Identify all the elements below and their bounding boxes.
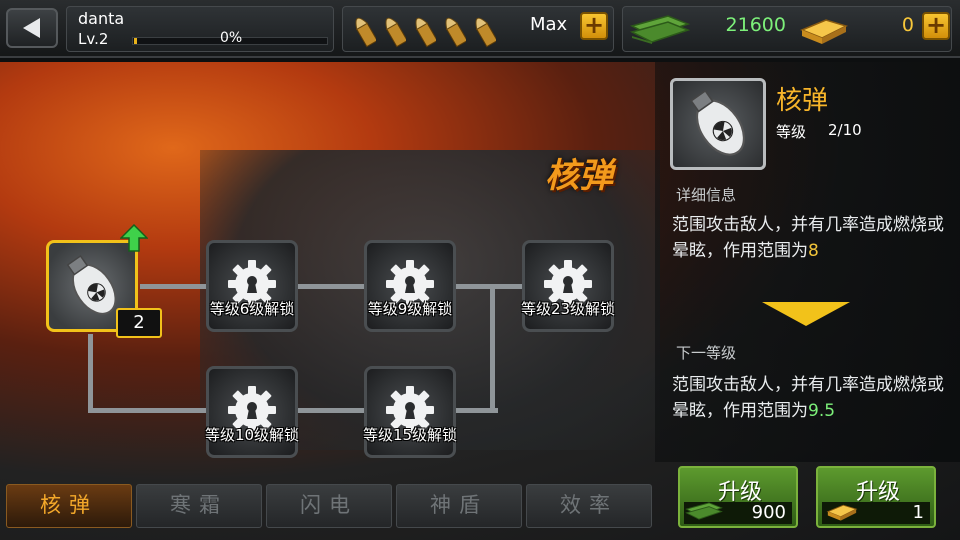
skill-level-badge: 2	[116, 308, 162, 338]
gold-bars-icon	[800, 19, 849, 44]
gold-bars-icon	[826, 504, 858, 521]
weapon-name: 核弹	[776, 86, 829, 116]
bullet-icon	[385, 17, 406, 48]
next-level-value: 9.5	[808, 401, 836, 421]
tab-efficiency[interactable]: 效率	[526, 484, 652, 528]
next-level-description: 范围攻击敌人，并有几率造成燃烧或晕眩，作用范围为9.5	[672, 375, 944, 421]
tab-frost[interactable]: 寒霜	[136, 484, 262, 528]
bullet-icon	[445, 17, 466, 48]
xp-percent: 0%	[220, 30, 243, 46]
detail-description: 范围攻击敌人，并有几率造成燃烧或晕眩，作用范围为8	[672, 215, 944, 261]
ammo-bullets	[350, 8, 496, 48]
bullet-icon	[415, 17, 436, 48]
weapon-icon-frame	[670, 78, 766, 170]
tree-connector	[140, 284, 530, 289]
xp-bar-fill	[134, 38, 137, 44]
nuclear-bomb-icon	[690, 89, 745, 156]
level-up-arrow-icon	[120, 224, 148, 252]
skill-node-label: 等级6级解锁	[209, 300, 295, 318]
upgrade-cash-cost: 900	[751, 502, 786, 523]
weapon-title: 核弹	[545, 156, 613, 196]
player-level: Lv.2	[78, 30, 109, 48]
cash-stack-icon	[685, 502, 723, 520]
detail-value: 8	[808, 241, 819, 261]
weapon-level-label: 等级	[776, 123, 807, 141]
next-level-title: 下一等级	[676, 344, 737, 362]
skill-node-label: 等级15级解锁	[362, 426, 458, 444]
bullet-icon	[475, 17, 496, 48]
tab-shield[interactable]: 神盾	[396, 484, 522, 528]
cash-amount: 21600	[725, 14, 786, 36]
weapon-level-value: 2/10	[828, 121, 862, 139]
back-button[interactable]	[6, 8, 58, 48]
skill-node-label: 等级23级解锁	[520, 300, 616, 318]
tab-nuke[interactable]: 核弹	[6, 484, 132, 528]
add-gold-button[interactable]: +	[922, 12, 950, 40]
tab-lightning[interactable]: 闪电	[266, 484, 392, 528]
upgrade-gold-cost: 1	[912, 502, 924, 523]
bullet-icon	[355, 17, 376, 48]
upgrade-gold-button[interactable]: 升级 1	[816, 466, 936, 528]
skill-node-label: 等级9级解锁	[367, 300, 453, 318]
cash-stack-icon	[629, 15, 691, 44]
tree-connector	[490, 284, 495, 412]
player-name: danta	[78, 9, 125, 28]
tree-connector	[88, 334, 93, 412]
skill-node-label: 等级10级解锁	[204, 426, 300, 444]
back-arrow-icon	[23, 18, 40, 38]
gold-amount: 0	[901, 14, 914, 36]
ammo-max-label: Max	[530, 14, 568, 35]
add-ammo-button[interactable]: +	[580, 12, 608, 40]
upgrade-cash-button[interactable]: 升级 900	[678, 466, 798, 528]
detail-title: 详细信息	[676, 186, 737, 204]
chevron-down-icon[interactable]	[762, 302, 850, 328]
